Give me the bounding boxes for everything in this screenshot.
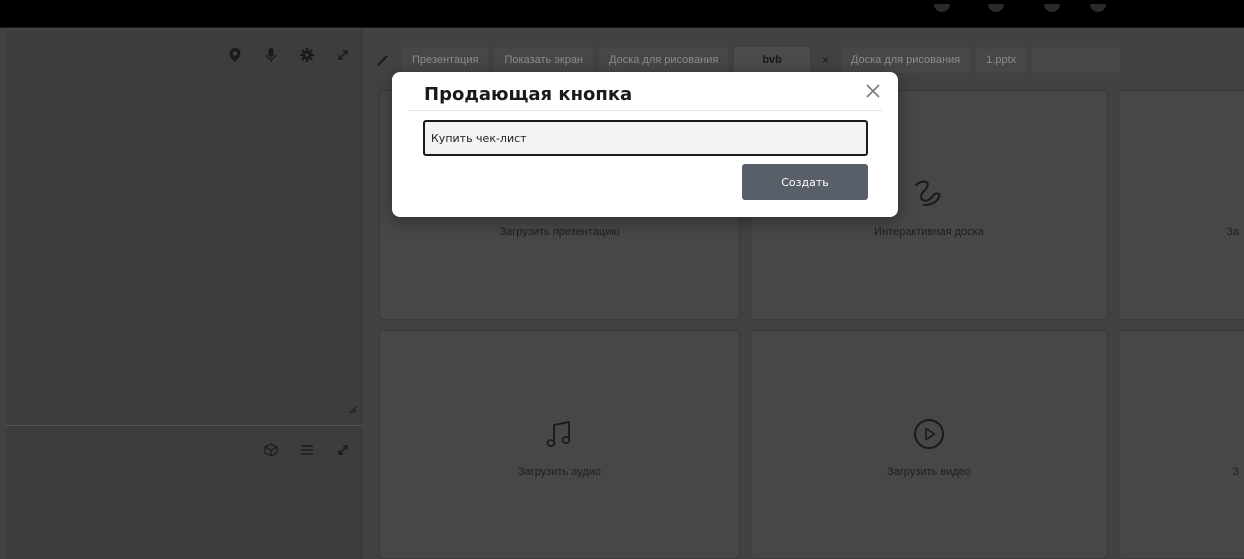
close-icon[interactable] bbox=[864, 82, 882, 100]
selling-button-dialog: Продающая кнопка Создать bbox=[392, 72, 898, 217]
modal-overlay: Продающая кнопка Создать bbox=[0, 0, 1244, 559]
modal-title: Продающая кнопка bbox=[424, 84, 633, 105]
button-text-input[interactable] bbox=[423, 120, 868, 156]
modal-divider bbox=[408, 110, 882, 111]
create-button[interactable]: Создать bbox=[742, 164, 868, 200]
